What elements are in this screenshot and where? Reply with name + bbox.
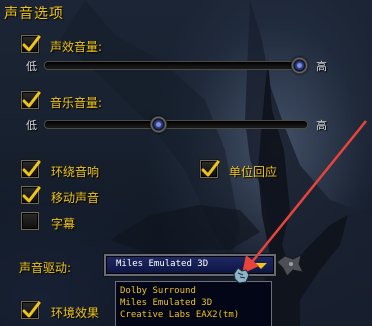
check-icon (22, 186, 41, 203)
sound-driver-options-list: Dolby Surround Miles Emulated 3D Creativ… (115, 281, 272, 326)
dragon-ornament-icon (276, 254, 304, 277)
ambient-sound-checkbox[interactable] (21, 160, 41, 178)
music-high-label: 高 (316, 119, 327, 132)
sound-effects-high-label: 高 (316, 60, 327, 73)
unit-response-label: 单位回应 (229, 165, 278, 179)
sound-effects-low-label: 低 (26, 60, 37, 73)
music-slider[interactable] (44, 116, 308, 133)
subtitles-checkbox[interactable] (21, 212, 39, 230)
sound-effects-label: 声效音量: (50, 40, 103, 54)
environment-effects-label: 环境效果 (51, 306, 100, 320)
driver-option-dolby-surround[interactable]: Dolby Surround (116, 285, 271, 297)
driver-option-creative-labs-eax2[interactable]: Creative Labs EAX2(tm) (116, 309, 271, 321)
music-low-label: 低 (26, 119, 37, 132)
sound-effects-slider[interactable] (44, 57, 309, 74)
music-label: 音乐音量: (50, 96, 103, 110)
music-slider-knob[interactable] (149, 116, 167, 133)
chevron-down-icon (255, 263, 267, 269)
sound-effects-slider-knob[interactable] (291, 57, 309, 74)
check-icon (201, 160, 220, 177)
movement-sound-label: 移动声音 (51, 191, 100, 205)
sound-driver-label: 声音驱动: (19, 261, 72, 275)
check-icon (22, 160, 41, 177)
ambient-sound-label: 环绕音响 (51, 165, 100, 179)
sound-driver-selected: Miles Emulated 3D (116, 259, 209, 269)
subtitles-label: 字幕 (51, 217, 76, 231)
check-icon (22, 91, 41, 108)
check-icon (22, 35, 41, 52)
section-title: 声音选项 (4, 6, 64, 22)
environment-effects-checkbox[interactable] (21, 301, 41, 319)
check-icon (22, 301, 41, 318)
unit-response-checkbox[interactable] (200, 160, 220, 178)
hand-pointer-icon (233, 267, 250, 284)
movement-sound-checkbox[interactable] (21, 186, 41, 204)
driver-option-miles-emulated-3d[interactable]: Miles Emulated 3D (116, 297, 271, 309)
sound-effects-checkbox[interactable] (21, 35, 41, 53)
sound-options-panel: 声音选项 声效音量: 低 高 音乐音量: 低 高 环绕音响 单位回应 移动声音 … (0, 0, 372, 326)
music-checkbox[interactable] (21, 91, 41, 109)
